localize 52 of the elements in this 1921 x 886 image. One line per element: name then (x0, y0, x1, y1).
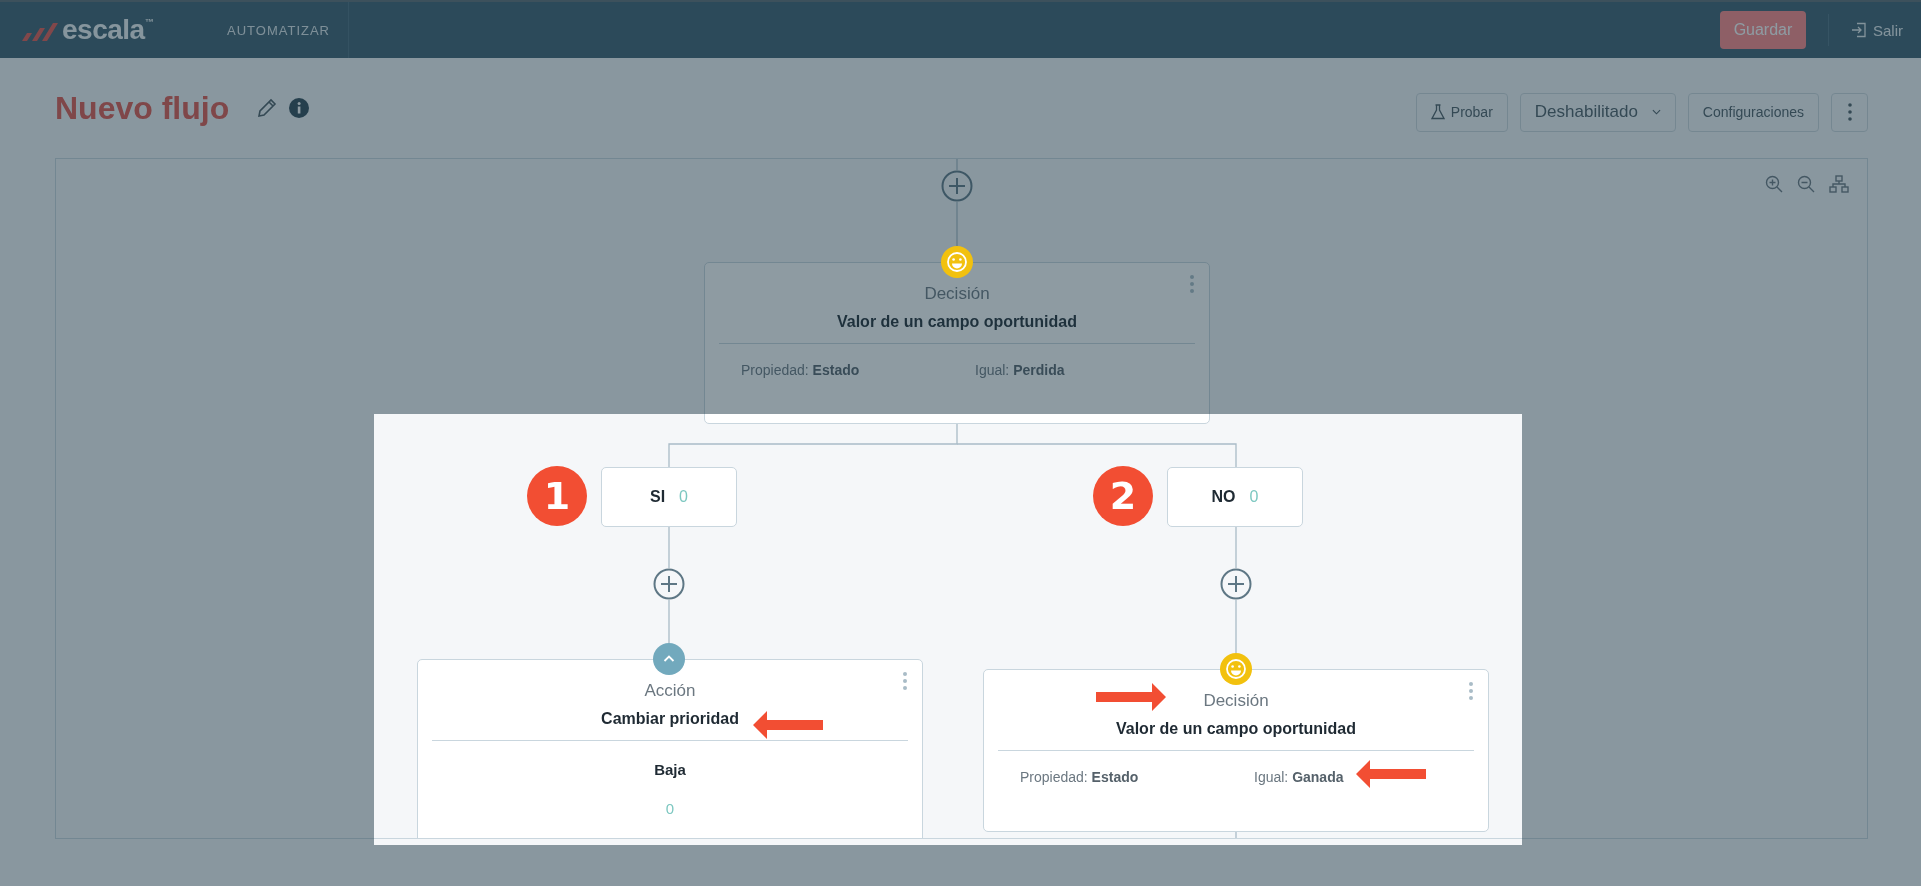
branch-label: NO (1211, 488, 1236, 506)
more-options-icon[interactable] (1189, 274, 1195, 294)
condition-text: Igual: Perdida (975, 362, 1065, 378)
branch-node[interactable]: NO 0 (1167, 467, 1303, 527)
info-icon[interactable] (289, 98, 310, 118)
step-number-badge: 1 (527, 466, 587, 526)
more-options-icon[interactable] (1468, 681, 1474, 701)
node-type-label: Decisión (924, 284, 990, 304)
branch-node[interactable]: SI 0 (601, 467, 737, 527)
more-options-icon (1847, 103, 1852, 121)
settings-button[interactable]: Configuraciones (1687, 92, 1819, 132)
step-number-badge: 2 (1093, 466, 1153, 526)
add-step-icon[interactable] (1220, 568, 1252, 600)
add-step-icon[interactable] (653, 568, 685, 600)
add-step-icon[interactable] (941, 170, 973, 202)
node-type-label: Acción (644, 681, 696, 701)
chevron-up-icon (653, 643, 685, 675)
zoom-in-icon[interactable] (1765, 175, 1783, 193)
condition-text: Propiedad: Estado (1020, 769, 1139, 785)
execution-count: 0 (665, 800, 675, 817)
condition-text: Propiedad: Estado (741, 362, 860, 378)
flow-node-card[interactable]: Decisión Valor de un campo oportunidad Propiedad: Estado Igual: Perdida (704, 262, 1210, 424)
brand-name: escala$^{™}$ (62, 14, 154, 46)
annotation-arrow (1356, 760, 1426, 788)
flow-title: Nuevo flujo (55, 89, 230, 127)
module-name: AUTOMATIZAR (227, 22, 330, 38)
more-options-button[interactable] (1831, 92, 1868, 132)
flask-icon (1430, 104, 1445, 120)
exit-icon (1851, 22, 1867, 38)
annotation-arrow (1096, 683, 1166, 711)
branch-count: 0 (1249, 488, 1259, 506)
connector-line (1235, 831, 1237, 838)
node-title: Valor de un campo oportunidad (837, 313, 1077, 331)
hierarchy-icon[interactable] (1829, 175, 1849, 193)
branch-label: SI (650, 488, 666, 506)
test-button[interactable]: Probar (1415, 92, 1508, 132)
more-options-icon[interactable] (902, 671, 908, 691)
zoom-out-icon[interactable] (1797, 175, 1815, 193)
branch-count: 0 (679, 488, 688, 506)
annotation-arrow (753, 711, 823, 739)
flow-node-card[interactable]: Decisión Valor de un campo oportunidad Propiedad: Estado Igual: Ganada (983, 669, 1489, 832)
exit-link[interactable]: Salir (1851, 21, 1903, 39)
node-type-label: Decisión (1203, 691, 1269, 711)
status-dropdown[interactable]: Deshabilitado (1519, 92, 1676, 132)
flow-node-card[interactable]: Acción Cambiar prioridad Baja 0 (417, 659, 923, 838)
condition-text: Igual: Ganada (1254, 769, 1344, 785)
node-title: Cambiar prioridad (601, 710, 739, 728)
caret-icon (1651, 109, 1661, 115)
smiley-icon (1220, 653, 1252, 685)
node-title: Valor de un campo oportunidad (1116, 720, 1356, 738)
smiley-icon (941, 246, 973, 278)
action-value: Baja (654, 761, 686, 778)
